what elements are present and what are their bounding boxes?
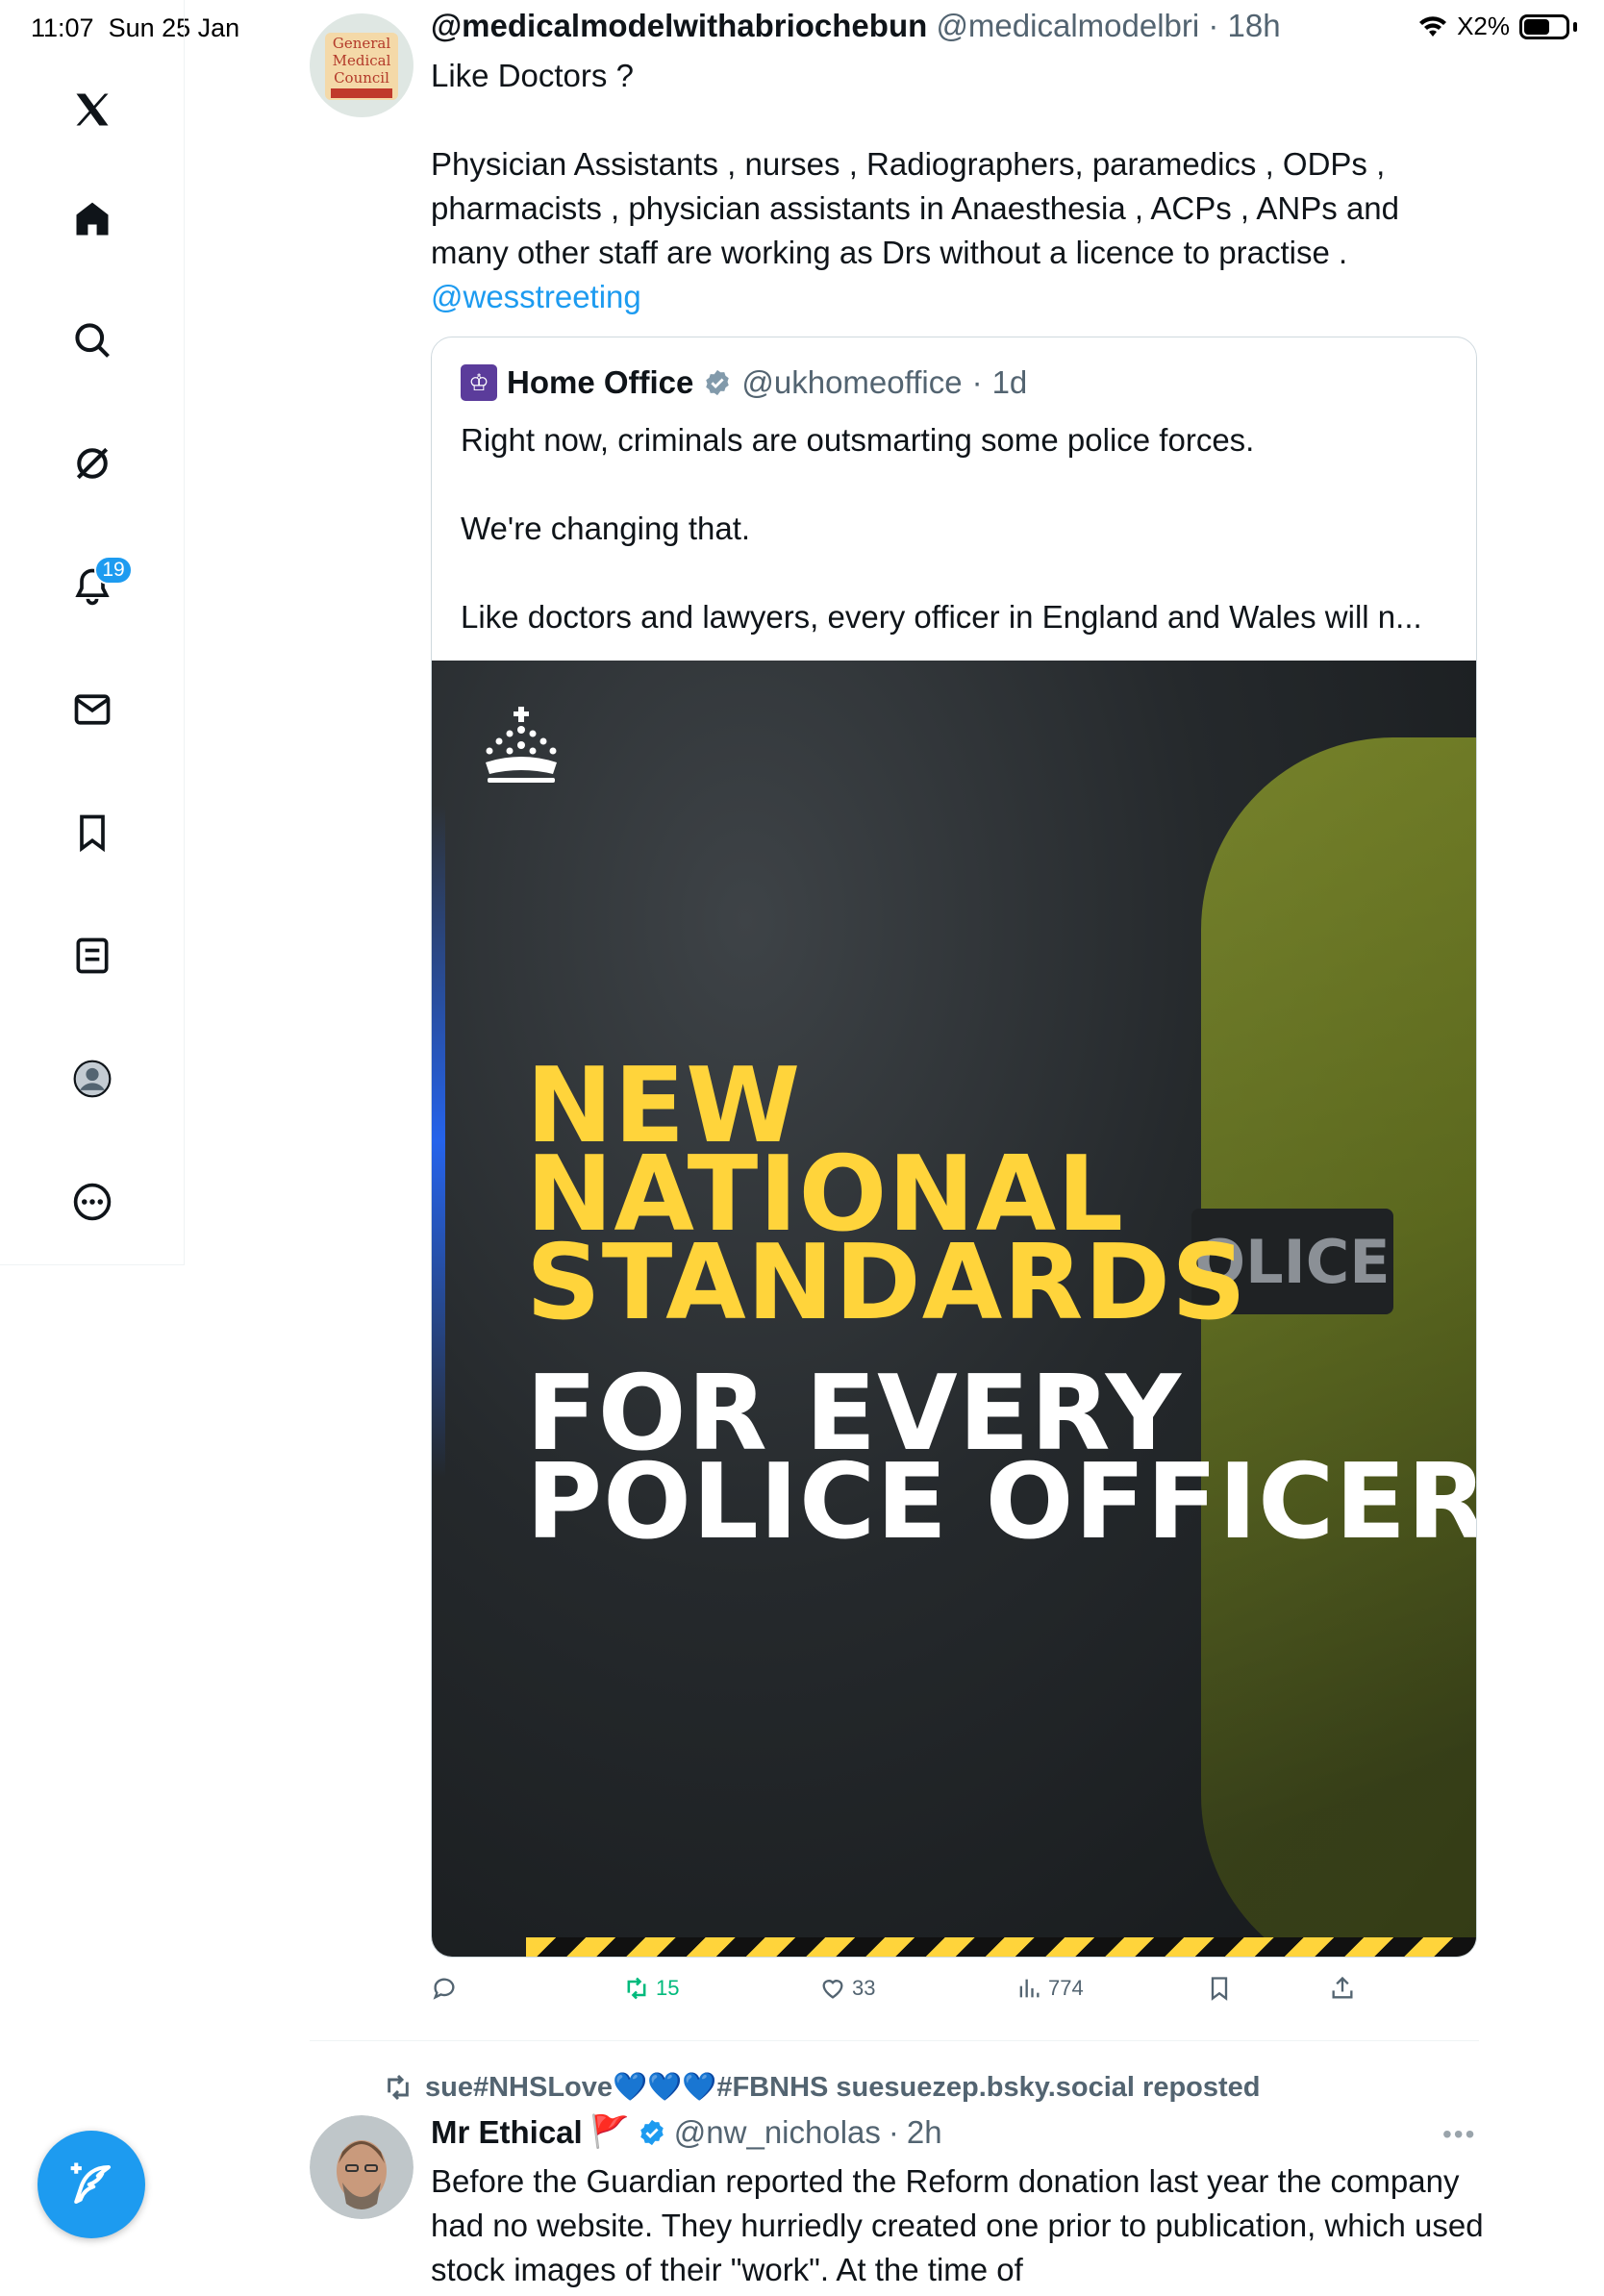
repost-icon	[388, 2074, 409, 2101]
avatar-text-1: General	[333, 35, 391, 52]
wifi-icon	[1419, 15, 1447, 37]
repost-label: sue#NHSLove💙💙💙#FBNHS suesuezep.bsky.soci…	[425, 2072, 1261, 2103]
quoted-author-handle: @ukhomeoffice	[741, 364, 963, 400]
tweet-time[interactable]: 18h	[1228, 8, 1281, 43]
hazard-stripe	[526, 1937, 1476, 1957]
reply-button[interactable]	[431, 1975, 464, 2002]
author-handle[interactable]: @medicalmodelbri	[936, 8, 1199, 43]
tweet-2-time[interactable]: 2h	[907, 2114, 942, 2151]
feather-plus-icon	[70, 2162, 112, 2205]
officer-silhouette	[1201, 737, 1476, 1957]
tweet-actions: 15 33 774	[431, 1975, 1479, 2013]
verified-badge-icon	[640, 2119, 664, 2145]
repost-indicator[interactable]: sue#NHSLove💙💙💙#FBNHS suesuezep.bsky.soci…	[383, 2071, 1261, 2104]
grok-icon[interactable]	[63, 435, 121, 492]
search-icon[interactable]	[63, 312, 121, 369]
bookmark-button[interactable]	[1206, 1975, 1233, 2002]
status-indicators: X2%	[1418, 12, 1577, 41]
profile-icon[interactable]	[63, 1050, 121, 1108]
home-office-logo-icon: ♔	[461, 364, 497, 401]
author-2-handle[interactable]: @nw_nicholas	[674, 2114, 881, 2151]
tweet-header: @medicalmodelwithabriochebun @medicalmod…	[431, 8, 1281, 43]
poster-line-5: POLICE OFFICER	[526, 1442, 1477, 1562]
author-2-name[interactable]: Mr Ethical	[431, 2114, 583, 2151]
tweet-2-header: Mr Ethical 🚩 @nw_nicholas · 2h	[431, 2113, 942, 2151]
notifications-icon[interactable]: 19	[63, 556, 133, 615]
tweet-divider	[310, 2040, 1479, 2041]
author-name[interactable]: @medicalmodelwithabriochebun	[431, 8, 927, 43]
like-button[interactable]: 33	[819, 1975, 875, 2002]
x-logo-icon[interactable]	[63, 81, 121, 138]
views-button[interactable]: 774	[1015, 1975, 1084, 2002]
tweet-text-intro: Like Doctors ?	[431, 58, 634, 93]
quoted-tweet-image[interactable]: OLICE NEW NATIONAL STANDARDS FOR EVERY P…	[432, 661, 1477, 1957]
bookmark-icon	[1211, 1977, 1228, 2001]
retweet-icon	[627, 1977, 646, 2000]
avatar-text-2: Medical	[333, 52, 391, 69]
quoted-tweet-text: Right now, criminals are outsmarting som…	[461, 422, 1422, 635]
author-avatar[interactable]: General Medical Council	[310, 13, 414, 117]
views-chart-icon	[1019, 1979, 1040, 1998]
like-count: 33	[852, 1976, 876, 2000]
compose-button[interactable]	[38, 2131, 145, 2238]
retweet-button[interactable]: 15	[623, 1975, 679, 2002]
share-button[interactable]	[1329, 1975, 1356, 2002]
blue-light-streak	[432, 805, 445, 1478]
more-options-icon[interactable]: •••	[1442, 2119, 1476, 2150]
more-icon[interactable]	[63, 1173, 121, 1231]
bookmarks-icon[interactable]	[63, 804, 121, 861]
heart-icon	[822, 1980, 843, 1999]
share-icon	[1332, 1976, 1353, 1999]
retweet-count: 15	[656, 1976, 680, 2000]
home-icon[interactable]	[63, 190, 121, 248]
sidebar: 19	[0, 0, 185, 1265]
crown-crest-icon	[486, 707, 557, 783]
quoted-tweet-time: 1d	[991, 364, 1028, 400]
quoted-tweet[interactable]: ♔ Home Office @ukhomeoffice · 1d Right now…	[431, 337, 1477, 1958]
battery-icon	[1519, 13, 1569, 39]
poster-line-3: STANDARDS	[526, 1223, 1247, 1343]
tweet-text: Like Doctors ? Physician Assistants , nu…	[431, 54, 1489, 319]
flag-icon: 🚩	[589, 2113, 630, 2149]
quoted-author-name: Home Office	[507, 364, 694, 400]
quoted-tweet-header: ♔ Home Office @ukhomeoffice · 1d	[461, 364, 1027, 401]
tweet-text-body: Physician Assistants , nurses , Radiogra…	[431, 146, 1399, 270]
battery-percent: X2%	[1457, 12, 1510, 40]
reply-icon	[433, 1978, 455, 2000]
tweet-2-text: Before the Guardian reported the Reform …	[431, 2163, 1484, 2287]
author-avatar-2[interactable]	[310, 2115, 414, 2219]
messages-icon[interactable]	[63, 681, 121, 738]
verified-badge-icon	[706, 369, 730, 396]
avatar-text-3: Council	[334, 69, 389, 87]
notification-count-badge: 19	[94, 556, 133, 585]
mention-link[interactable]: @wesstreeting	[431, 275, 1489, 319]
lists-icon[interactable]	[63, 927, 121, 985]
view-count: 774	[1048, 1976, 1084, 2000]
